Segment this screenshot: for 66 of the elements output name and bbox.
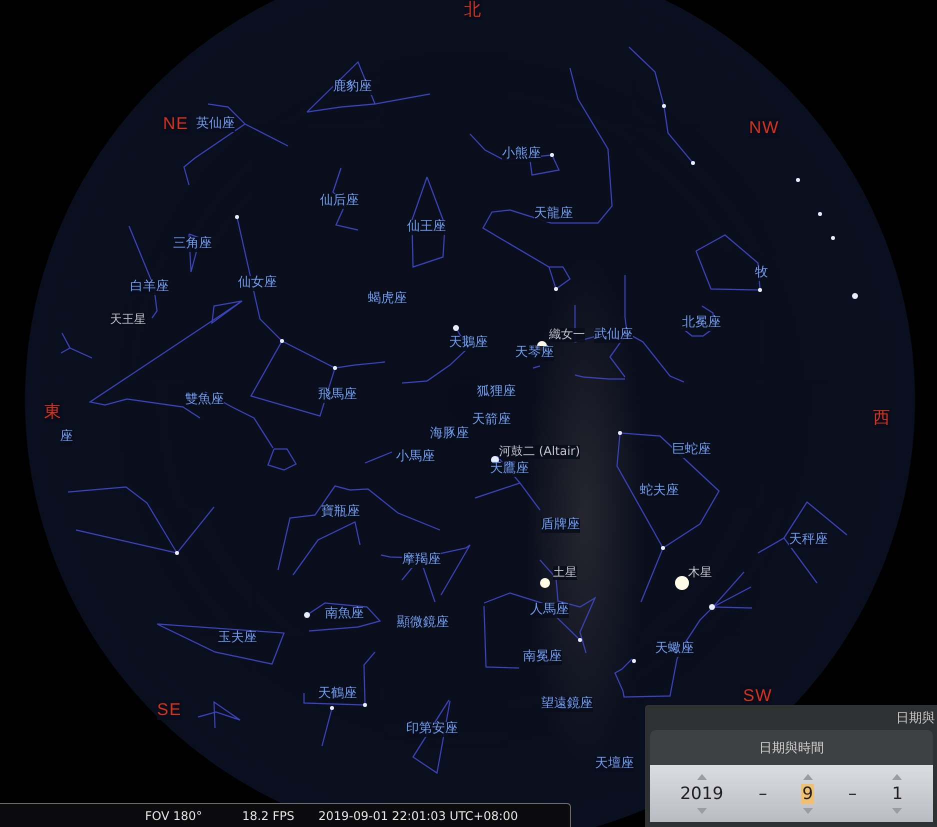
date-separator: – xyxy=(848,784,857,804)
window-title: 日期與 xyxy=(896,710,935,726)
down-arrow-icon[interactable] xyxy=(696,808,707,814)
cardinal-label: NE xyxy=(163,114,189,134)
constellation-label: 天鶴座 xyxy=(318,687,357,702)
constellation-label: 印第安座 xyxy=(406,722,458,737)
fps-readout: 18.2 FPS xyxy=(242,808,294,822)
constellation-label: 盾牌座 xyxy=(541,518,580,533)
constellation-label: 玉夫座 xyxy=(218,631,257,646)
spin-field[interactable]: 2019 xyxy=(679,784,724,804)
constellation-label: 天蠍座 xyxy=(655,642,694,657)
constellation-label: 人馬座 xyxy=(530,603,569,618)
constellation-label: 天琴座 xyxy=(515,346,554,361)
constellation-label: 仙女座 xyxy=(238,276,277,291)
constellation-label: 鹿豹座 xyxy=(333,80,372,95)
constellation-label: 三角座 xyxy=(173,237,212,252)
constellation-label: 天龍座 xyxy=(534,207,573,222)
star-label: 天王星 xyxy=(110,313,146,327)
constellation-label: 蛇夫座 xyxy=(640,484,679,499)
cardinal-label: 東 xyxy=(44,402,62,422)
constellation-label: 摩羯座 xyxy=(402,553,441,568)
constellation-label: 海豚座 xyxy=(430,427,469,442)
constellation-label: 南冕座 xyxy=(523,650,562,665)
cardinal-label: 北 xyxy=(464,0,482,20)
constellation-label: 牧 xyxy=(755,266,768,281)
constellation-label: 英仙座 xyxy=(196,117,235,132)
fov-readout: FOV 180° xyxy=(145,808,202,822)
constellation-label: 天壇座 xyxy=(595,757,634,772)
constellation-label: 座 xyxy=(60,430,73,445)
down-arrow-icon[interactable] xyxy=(892,808,902,814)
constellation-label: 仙王座 xyxy=(407,220,446,235)
date-separator: – xyxy=(758,784,768,804)
constellation-label: 寶瓶座 xyxy=(321,505,360,520)
constellation-label: 顯微鏡座 xyxy=(397,616,449,631)
star-label: 土星 xyxy=(553,566,577,580)
spin-field[interactable]: 1 xyxy=(891,784,904,804)
constellation-label: 巨蛇座 xyxy=(672,443,711,458)
down-arrow-icon[interactable] xyxy=(802,808,813,814)
up-arrow-icon[interactable] xyxy=(892,774,902,780)
spin-field[interactable]: 9 xyxy=(801,784,814,804)
constellation-label: 天鷹座 xyxy=(490,462,529,477)
cardinal-label: SE xyxy=(157,700,182,720)
constellation-label: 南魚座 xyxy=(325,607,364,622)
constellation-label: 天秤座 xyxy=(789,533,828,548)
constellation-label: 天箭座 xyxy=(472,413,511,428)
cardinal-label: 西 xyxy=(873,408,891,428)
constellation-label: 天鵝座 xyxy=(449,336,488,351)
dialog-title: 日期與時間 xyxy=(758,740,825,758)
star-label: 木星 xyxy=(688,566,712,580)
constellation-label: 狐狸座 xyxy=(477,385,516,400)
constellation-label: 仙后座 xyxy=(320,194,359,209)
datetime-readout: 2019-09-01 22:01:03 UTC+08:00 xyxy=(318,808,518,822)
constellation-label: 小馬座 xyxy=(396,450,435,465)
constellation-label: 北冕座 xyxy=(682,316,721,331)
constellation-label: 武仙座 xyxy=(594,328,633,343)
constellation-label: 飛馬座 xyxy=(318,388,357,403)
constellation-label: 白羊座 xyxy=(130,280,169,295)
constellation-label: 望遠鏡座 xyxy=(541,697,593,712)
up-arrow-icon[interactable] xyxy=(696,774,707,780)
star-label: 織女一 xyxy=(549,328,585,342)
star-label: 河鼓二 (Altair) xyxy=(499,445,580,459)
constellation-label: 雙魚座 xyxy=(185,393,224,408)
cardinal-label: SW xyxy=(743,686,772,706)
constellation-label: 小熊座 xyxy=(502,147,541,162)
cardinal-label: NW xyxy=(749,118,780,138)
constellation-label: 蝎虎座 xyxy=(368,292,407,307)
